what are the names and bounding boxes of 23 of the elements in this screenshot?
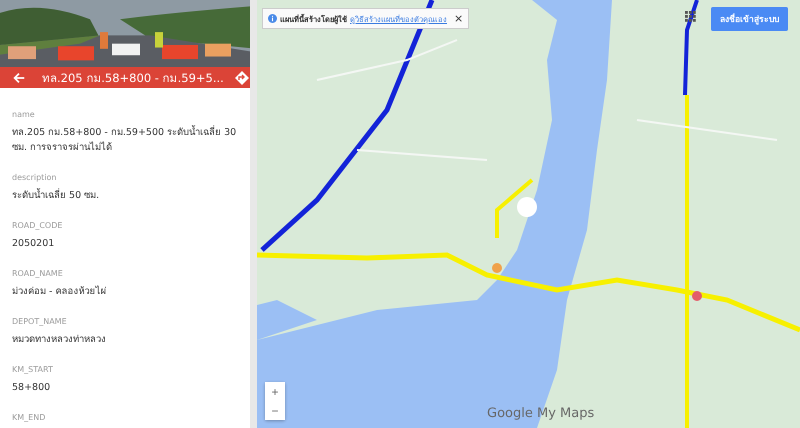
field-value: หมวดทางหลวงท่าหลวง	[12, 333, 107, 347]
field-label: ROAD_NAME	[12, 269, 64, 278]
directions-icon[interactable]	[234, 70, 250, 86]
zoom-in-button[interactable]: +	[265, 382, 285, 401]
google-my-maps-logo: Google My Maps	[487, 406, 594, 421]
apps-grid-icon[interactable]	[685, 11, 696, 22]
feature-title: ทล.205 กม.58+800 - กม.59+5...	[41, 70, 224, 87]
back-arrow-icon[interactable]	[12, 70, 26, 85]
field-value: 58+800	[12, 381, 52, 395]
field-label: description	[12, 173, 58, 182]
zoom-out-button[interactable]: −	[265, 401, 285, 420]
info-icon	[268, 14, 277, 23]
field-value: ระดับน้ำเฉลี่ย 50 ซม.	[12, 188, 100, 203]
field-value: ม่วงค่อม - คลองห้วยไผ่	[12, 284, 108, 299]
field-value: ทล.205 กม.58+800 - กม.59+500 ระดับน้ำเฉลี่ย 30 ซม. การจราจรผ่านไม่ได้	[12, 125, 238, 155]
field-label: name	[12, 110, 36, 119]
close-button[interactable]: ×	[454, 12, 464, 25]
field-label: ROAD_CODE	[12, 221, 64, 230]
field-value: 2050201	[12, 237, 56, 251]
field-label: KM_END	[12, 413, 46, 422]
field-label: DEPOT_NAME	[12, 317, 68, 326]
sign-in-button[interactable]: ลงชื่อเข้าสู่ระบบ	[711, 7, 788, 31]
field-label: KM_START	[12, 365, 54, 374]
